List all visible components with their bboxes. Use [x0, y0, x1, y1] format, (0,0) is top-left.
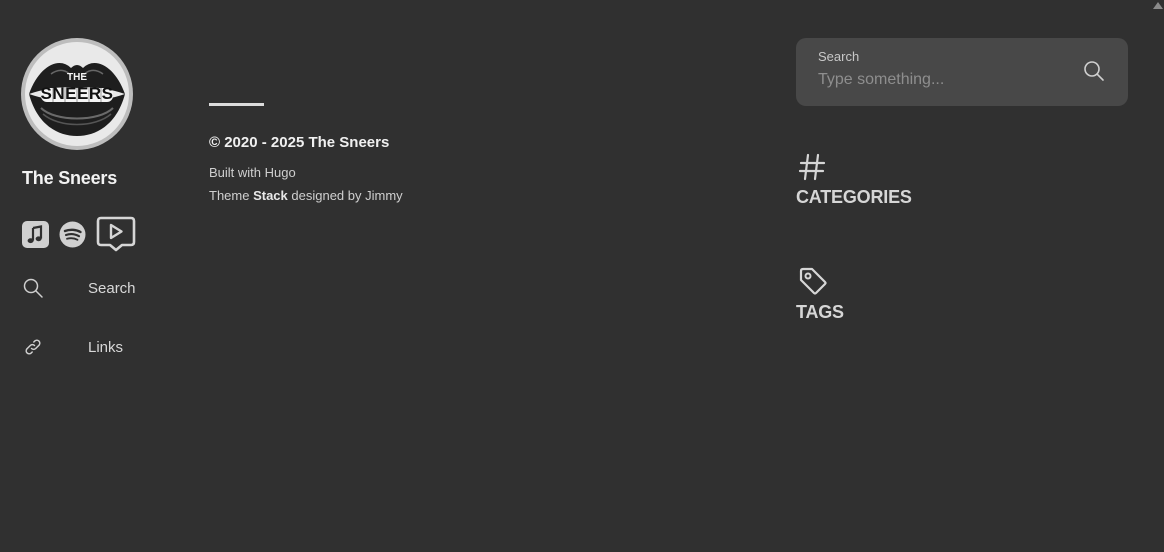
built-with-text[interactable]: Built with Hugo — [209, 165, 296, 180]
video-link[interactable] — [96, 216, 136, 257]
menu-item-links[interactable]: Links — [22, 336, 123, 358]
svg-text:SNEERS: SNEERS — [41, 84, 114, 103]
spotify-icon — [59, 221, 86, 247]
search-label: Search — [818, 49, 860, 64]
theme-credit: Theme Stack designed by Jimmy — [209, 188, 403, 203]
search-icon — [1084, 61, 1104, 81]
search-form: Search — [796, 38, 1128, 106]
menu-item-links-label: Links — [88, 338, 124, 356]
theme-name-link[interactable]: Stack — [253, 188, 288, 203]
search-input[interactable] — [816, 68, 1070, 92]
search-icon — [23, 278, 43, 298]
link-icon — [25, 339, 41, 355]
footer-divider — [209, 103, 264, 106]
theme-credit-prefix: Theme — [209, 188, 254, 203]
site-avatar[interactable]: THE SNEERS — [21, 38, 133, 150]
tags-title: TAGS — [796, 302, 844, 322]
search-submit-button[interactable] — [1082, 59, 1106, 83]
apple-music-link[interactable] — [22, 220, 49, 253]
spotify-link[interactable] — [59, 221, 86, 253]
copyright-text: © 2020 - 2025 The Sneers — [209, 134, 390, 151]
apple-music-icon — [22, 220, 49, 248]
svg-text:THE: THE — [67, 72, 87, 83]
tag-icon — [799, 267, 827, 295]
lips-logo-icon: THE SNEERS — [21, 38, 133, 150]
hash-icon — [798, 153, 826, 181]
scroll-up-arrow-icon[interactable] — [1153, 2, 1163, 9]
menu-item-search-label: Search — [88, 279, 136, 297]
theme-credit-suffix: designed by Jimmy — [287, 188, 403, 203]
page: THE SNEERS The Sneers Search Links © 202… — [0, 0, 1164, 552]
site-name[interactable]: The Sneers — [22, 168, 117, 189]
categories-title: CATEGORIES — [796, 187, 912, 207]
video-icon — [96, 216, 136, 252]
menu-item-search[interactable]: Search — [22, 277, 136, 299]
social-links — [22, 216, 136, 257]
